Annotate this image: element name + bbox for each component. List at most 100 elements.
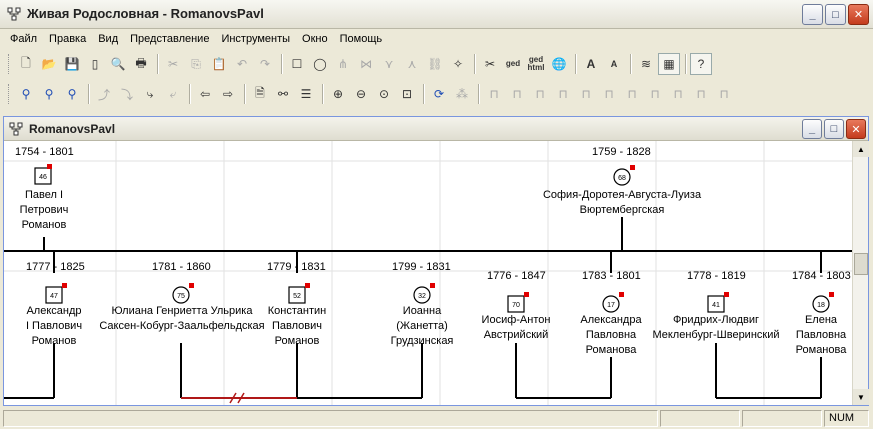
layout-4-icon[interactable]: ⊓ [552, 83, 574, 105]
font-larger-icon[interactable]: A [580, 53, 602, 75]
go-spouse-icon[interactable]: ⤵ [116, 83, 138, 105]
generation-2-icon[interactable]: ⚲ [38, 83, 60, 105]
person-name[interactable]: Иосиф-Антон Австрийский [471, 313, 561, 343]
open-folder-icon[interactable]: 📂 [38, 53, 60, 75]
print-icon[interactable]: 🖶 [130, 53, 152, 75]
person-name[interactable]: Александр I Павлович Романов [14, 304, 94, 349]
forward-arrow-icon[interactable]: ⇨ [217, 83, 239, 105]
menu-file[interactable]: Файл [4, 33, 43, 45]
layout-6-icon[interactable]: ⊓ [598, 83, 620, 105]
menu-edit[interactable]: Правка [43, 33, 92, 45]
person-dates[interactable]: 1777 - 1825 [26, 261, 85, 273]
close-button[interactable]: ✕ [848, 4, 869, 25]
back-arrow-icon[interactable]: ⇦ [194, 83, 216, 105]
arrange-icon[interactable]: ⁂ [451, 83, 473, 105]
magic-wand-icon[interactable]: ✧ [447, 53, 469, 75]
add-child-icon[interactable]: ⋎ [378, 53, 400, 75]
list-icon[interactable]: ☰ [295, 83, 317, 105]
layout-1-icon[interactable]: ⊓ [483, 83, 505, 105]
save-icon[interactable]: 💾 [61, 53, 83, 75]
menu-view[interactable]: Вид [92, 33, 124, 45]
find-icon[interactable]: ⚯ [272, 83, 294, 105]
person-dates[interactable]: 1781 - 1860 [152, 261, 211, 273]
layout-3-icon[interactable]: ⊓ [529, 83, 551, 105]
minimize-button[interactable]: _ [802, 4, 823, 25]
vertical-scrollbar[interactable]: ▲ ▼ [852, 141, 869, 405]
zoom-page-icon[interactable]: ⊡ [396, 83, 418, 105]
grid-icon[interactable]: ▦ [658, 53, 680, 75]
zoom-fit-icon[interactable]: ⊙ [373, 83, 395, 105]
layout-2-icon[interactable]: ⊓ [506, 83, 528, 105]
layers-icon[interactable]: ≋ [635, 53, 657, 75]
person-name[interactable]: Константин Павлович Романов [257, 304, 337, 349]
toolbar-separator [575, 54, 576, 74]
person-dates[interactable]: 1783 - 1801 [582, 270, 641, 282]
menu-help[interactable]: Помощь [334, 33, 389, 45]
maximize-button[interactable]: □ [825, 4, 846, 25]
person-dates[interactable]: 1779 - 1831 [267, 261, 326, 273]
ged-html-export-button[interactable]: ged html [525, 53, 547, 75]
person-name[interactable]: Александра Павловна Романова [571, 313, 651, 358]
layout-7-icon[interactable]: ⊓ [621, 83, 643, 105]
toolbar-separator [244, 84, 245, 104]
zoom-out-icon[interactable]: ⊖ [350, 83, 372, 105]
person-name[interactable]: София-Доротея-Августа-Луиза Вюртембергска… [522, 188, 722, 218]
print-preview-icon[interactable]: 🔍 [107, 53, 129, 75]
generation-3-icon[interactable]: ⚲ [61, 83, 83, 105]
scissors-person-icon[interactable]: ✂ [479, 53, 501, 75]
person-name[interactable]: Павел I Петрович Романов [4, 188, 84, 233]
toolbar-separator [478, 84, 479, 104]
menu-bar: Файл Правка Вид Представление Инструмент… [0, 29, 873, 48]
add-sibling-icon[interactable]: ⋏ [401, 53, 423, 75]
layout-5-icon[interactable]: ⊓ [575, 83, 597, 105]
person-name[interactable]: Фридрих-Людвиг Мекленбург-Шверинский [651, 313, 781, 343]
add-spouse-icon[interactable]: ⋈ [355, 53, 377, 75]
go-sibling-icon[interactable]: ⤶ [162, 83, 184, 105]
tree-window-title: RomanovsPavl [29, 122, 116, 136]
add-female-icon[interactable]: ◯ [309, 53, 331, 75]
person-name[interactable]: Юлиана Генриетта Ульрика Саксен-Кобург-За… [96, 304, 268, 334]
add-person-icon[interactable]: ☐ [286, 53, 308, 75]
tree-minimize-button[interactable]: _ [802, 119, 822, 139]
person-name[interactable]: Елена Павловна Романова [786, 313, 852, 358]
scroll-up-icon[interactable]: ▲ [853, 141, 869, 157]
menu-tools[interactable]: Инструменты [215, 33, 296, 45]
layout-11-icon[interactable]: ⊓ [713, 83, 735, 105]
tree-close-button[interactable]: ✕ [846, 119, 866, 139]
family-tree-canvas[interactable]: 46 68 47 75 52 32 70 17 41 18 1754 - 180… [4, 141, 852, 405]
person-dates[interactable]: 1759 - 1828 [592, 146, 651, 158]
help-icon[interactable]: ? [690, 53, 712, 75]
go-parent-icon[interactable]: ⤴ [93, 83, 115, 105]
scroll-down-icon[interactable]: ▼ [853, 389, 869, 405]
refresh-icon[interactable]: ⟳ [428, 83, 450, 105]
scroll-thumb[interactable] [854, 253, 868, 275]
person-dates[interactable]: 1784 - 1803 [792, 270, 851, 282]
person-dates[interactable]: 1799 - 1831 [392, 261, 451, 273]
menu-presentation[interactable]: Представление [124, 33, 215, 45]
web-export-icon[interactable]: 🌐 [548, 53, 570, 75]
go-child-icon[interactable]: ⤷ [139, 83, 161, 105]
menu-window[interactable]: Окно [296, 33, 334, 45]
page-icon[interactable]: ▯ [84, 53, 106, 75]
new-file-icon[interactable]: 🗋 [15, 53, 37, 75]
paste-icon[interactable]: 📋 [208, 53, 230, 75]
undo-icon[interactable]: ↶ [231, 53, 253, 75]
tree-maximize-button[interactable]: □ [824, 119, 844, 139]
zoom-in-icon[interactable]: ⊕ [327, 83, 349, 105]
person-dates[interactable]: 1778 - 1819 [687, 270, 746, 282]
link-icon[interactable]: ⛓ [424, 53, 446, 75]
layout-10-icon[interactable]: ⊓ [690, 83, 712, 105]
redo-icon[interactable]: ↷ [254, 53, 276, 75]
layout-9-icon[interactable]: ⊓ [667, 83, 689, 105]
copy-icon[interactable]: ⎘ [185, 53, 207, 75]
layout-8-icon[interactable]: ⊓ [644, 83, 666, 105]
add-parents-icon[interactable]: ⋔ [332, 53, 354, 75]
generation-1-icon[interactable]: ⚲ [15, 83, 37, 105]
document-icon[interactable]: 🗎 [249, 83, 271, 105]
person-dates[interactable]: 1754 - 1801 [15, 146, 74, 158]
ged-export-button[interactable]: ged [502, 53, 524, 75]
cut-icon[interactable]: ✂ [162, 53, 184, 75]
person-dates[interactable]: 1776 - 1847 [487, 270, 546, 282]
person-name[interactable]: Иоанна (Жанетта) Грудзинская [382, 304, 462, 349]
font-smaller-icon[interactable]: A [603, 53, 625, 75]
